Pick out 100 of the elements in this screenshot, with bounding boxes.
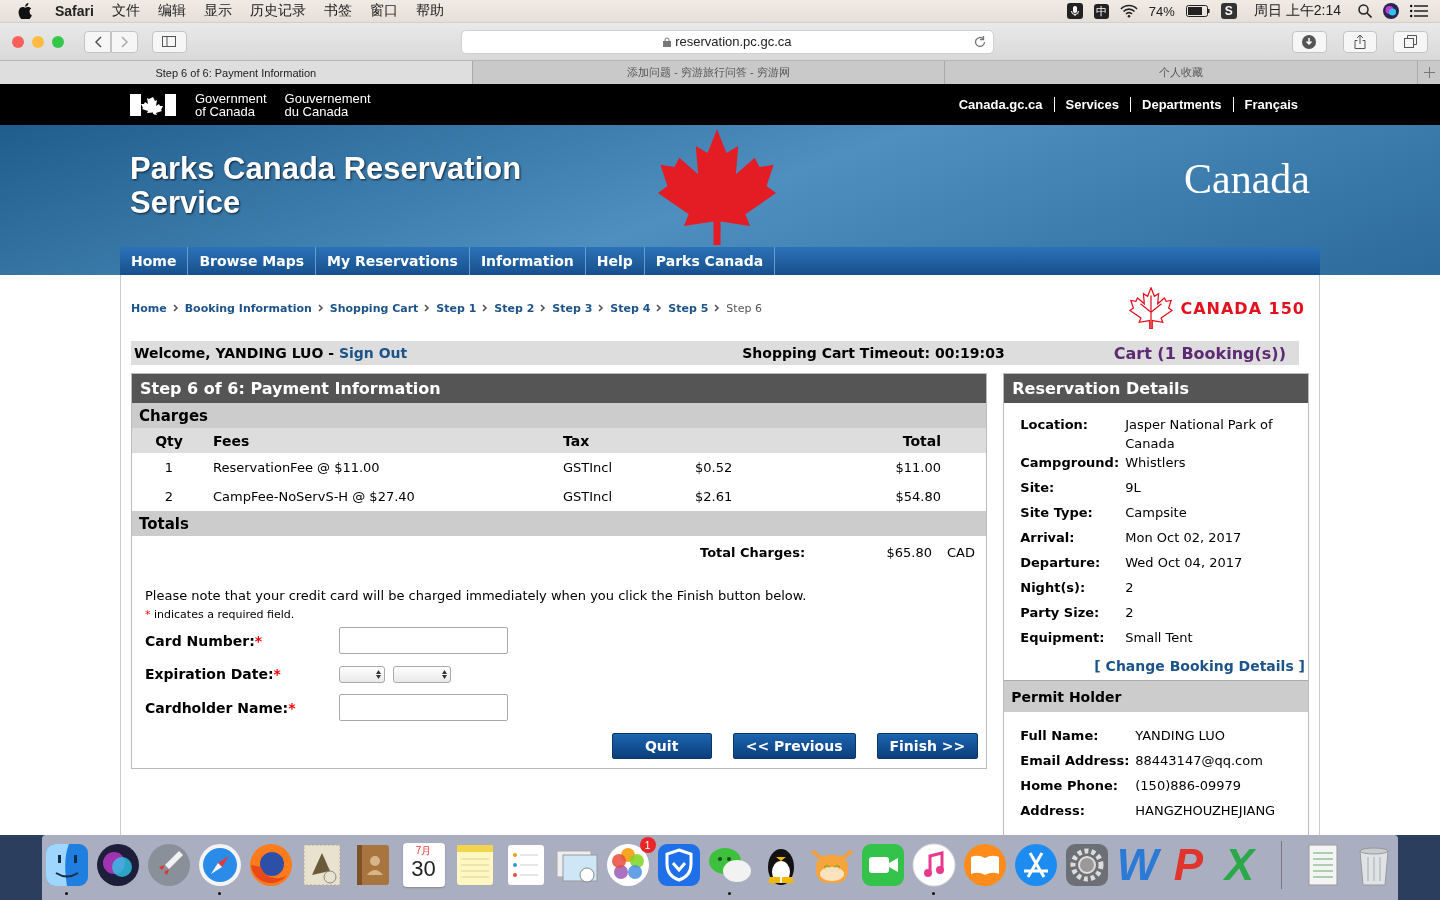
column-header: Tax [562,432,591,449]
detail-label: Arrival: [1020,529,1076,547]
calendar-month: 7月 [415,845,432,856]
header-link[interactable]: Français [1232,97,1309,112]
detail-label: Night(s): [1020,579,1087,597]
menu-item[interactable]: 文件 [102,2,149,20]
detail-label: Location: [1020,416,1089,434]
share-icon [1354,34,1366,49]
reload-icon[interactable] [973,34,988,49]
list-icon[interactable] [1410,4,1428,18]
header-link[interactable]: Departments [1130,97,1233,112]
breadcrumb-link[interactable]: Step 2 [494,301,535,315]
microphone-icon[interactable] [1066,3,1083,19]
header-link[interactable]: Canada.gc.ca [947,97,1054,112]
breadcrumb-link[interactable]: Step 3 [552,301,593,315]
music-note-icon[interactable] [909,841,958,889]
payment-note: Please note that your credit card will be charged immediately when you click the Finish button below. [145,588,808,603]
close-window-icon[interactable] [12,35,24,48]
address-bar[interactable]: reservation.pc.gc.ca [460,29,995,54]
column-header: Qty [154,432,184,449]
battery-percentage: 74% [1148,3,1175,19]
nav-item[interactable]: Help [585,247,645,275]
chevron-icon [598,304,605,312]
battery-icon[interactable] [1185,5,1210,17]
form-button[interactable]: << Previous [732,733,856,759]
detail-value: Small Tent [1125,629,1193,647]
table-cell-text: $2.61 [694,489,734,504]
nav-item[interactable]: My Reservations [316,247,470,275]
input-method-indicator[interactable]: 中 [1093,3,1109,19]
menu-clock[interactable]: 周日 上午2:14 [1253,2,1341,20]
form-button[interactable]: Finish >> [876,733,979,759]
nav-item[interactable]: Browse Maps [188,247,316,275]
detail-value: 9L [1125,479,1141,497]
detail-value: 88443147@qq.com [1135,752,1263,770]
menu-item[interactable]: Safari [46,3,103,19]
back-button[interactable] [84,30,111,53]
header-link[interactable]: Services [1053,97,1131,112]
chevron-right-icon [120,35,129,48]
apple-logo-icon[interactable] [18,3,32,19]
orb-icon[interactable] [1383,3,1399,19]
menu-item[interactable]: 显示 [194,2,241,20]
nav-item[interactable]: Information [469,247,586,275]
tabs-overview-button[interactable] [1393,30,1428,53]
wifi-icon[interactable] [1119,4,1138,18]
share-button[interactable] [1342,30,1378,53]
search-icon[interactable] [1358,4,1372,18]
nav-item[interactable]: Home [120,247,189,275]
table-cell-text: GSTIncl [562,460,614,475]
app-status-icon[interactable]: S [1220,3,1237,19]
menu-item[interactable]: 书签 [314,2,361,20]
field-label: Expiration Date:* [145,666,282,682]
cart-link[interactable]: Cart (1 Booking(s)) [1113,343,1286,363]
chevron-left-icon [93,35,102,48]
section-heading: Charges [132,403,987,428]
plus-icon[interactable] [1423,67,1435,78]
overlapping-squares-icon [1404,35,1418,48]
notification-badge: 1 [639,837,656,853]
detail-value: YANDING LUO [1135,727,1225,745]
chevron-icon [540,304,547,312]
table-cell-text: ReservationFee @ $11.00 [212,460,381,475]
detail-label: Site: [1020,479,1056,497]
currency: CAD [947,544,975,560]
form-button[interactable]: Quit [611,733,712,759]
chevron-icon [482,304,489,312]
total-label: Total Charges: [700,544,807,560]
menu-item[interactable]: 帮助 [406,2,453,20]
running-indicator [65,892,68,895]
download-button[interactable] [1292,30,1327,53]
panel-header: Step 6 of 6: Payment Information [132,374,987,403]
detail-label: Email Address: [1020,752,1131,770]
nav-item[interactable]: Parks Canada [644,247,776,275]
canada-wordmark: Canada [1184,155,1310,203]
breadcrumb-link[interactable]: Shopping Cart [329,301,419,315]
column-header: Fees [212,432,251,449]
welcome-text: Welcome, YANDING LUO - [134,345,335,361]
breadcrumb-link[interactable]: Booking Information [184,301,312,315]
sign-out-link[interactable]: Sign Out [338,345,408,361]
detail-value: Whistlers [1125,454,1186,472]
detail-value: 2 [1125,604,1134,622]
flag-icon [130,93,176,116]
chevron-icon [656,304,663,312]
year-dropdown[interactable] [393,665,451,683]
required-note: * indicates a required field. [145,608,296,621]
change-booking-link[interactable]: [ Change Booking Details ] [1094,658,1305,674]
input-field[interactable] [339,694,508,721]
breadcrumb-link[interactable]: Home [131,301,167,315]
browser-tab[interactable]: Step 6 of 6: Payment Information [0,61,473,84]
chevron-icon [714,304,721,312]
sidebar-button[interactable] [152,30,187,53]
breadcrumb-link[interactable]: Step 4 [610,301,651,315]
breadcrumb-link[interactable]: Step 5 [668,301,709,315]
menu-item[interactable]: 窗口 [360,2,407,20]
menu-item[interactable]: 历史记录 [240,2,315,20]
month-dropdown[interactable] [339,665,385,683]
calendar-icon[interactable]: 7月 30 [402,843,445,887]
detail-label: Campground: [1020,454,1121,472]
breadcrumb-link[interactable]: Step 1 [436,301,477,315]
input-field[interactable] [339,627,508,654]
table-cell-text: GSTIncl [562,489,614,504]
menu-item[interactable]: 编辑 [148,2,195,20]
